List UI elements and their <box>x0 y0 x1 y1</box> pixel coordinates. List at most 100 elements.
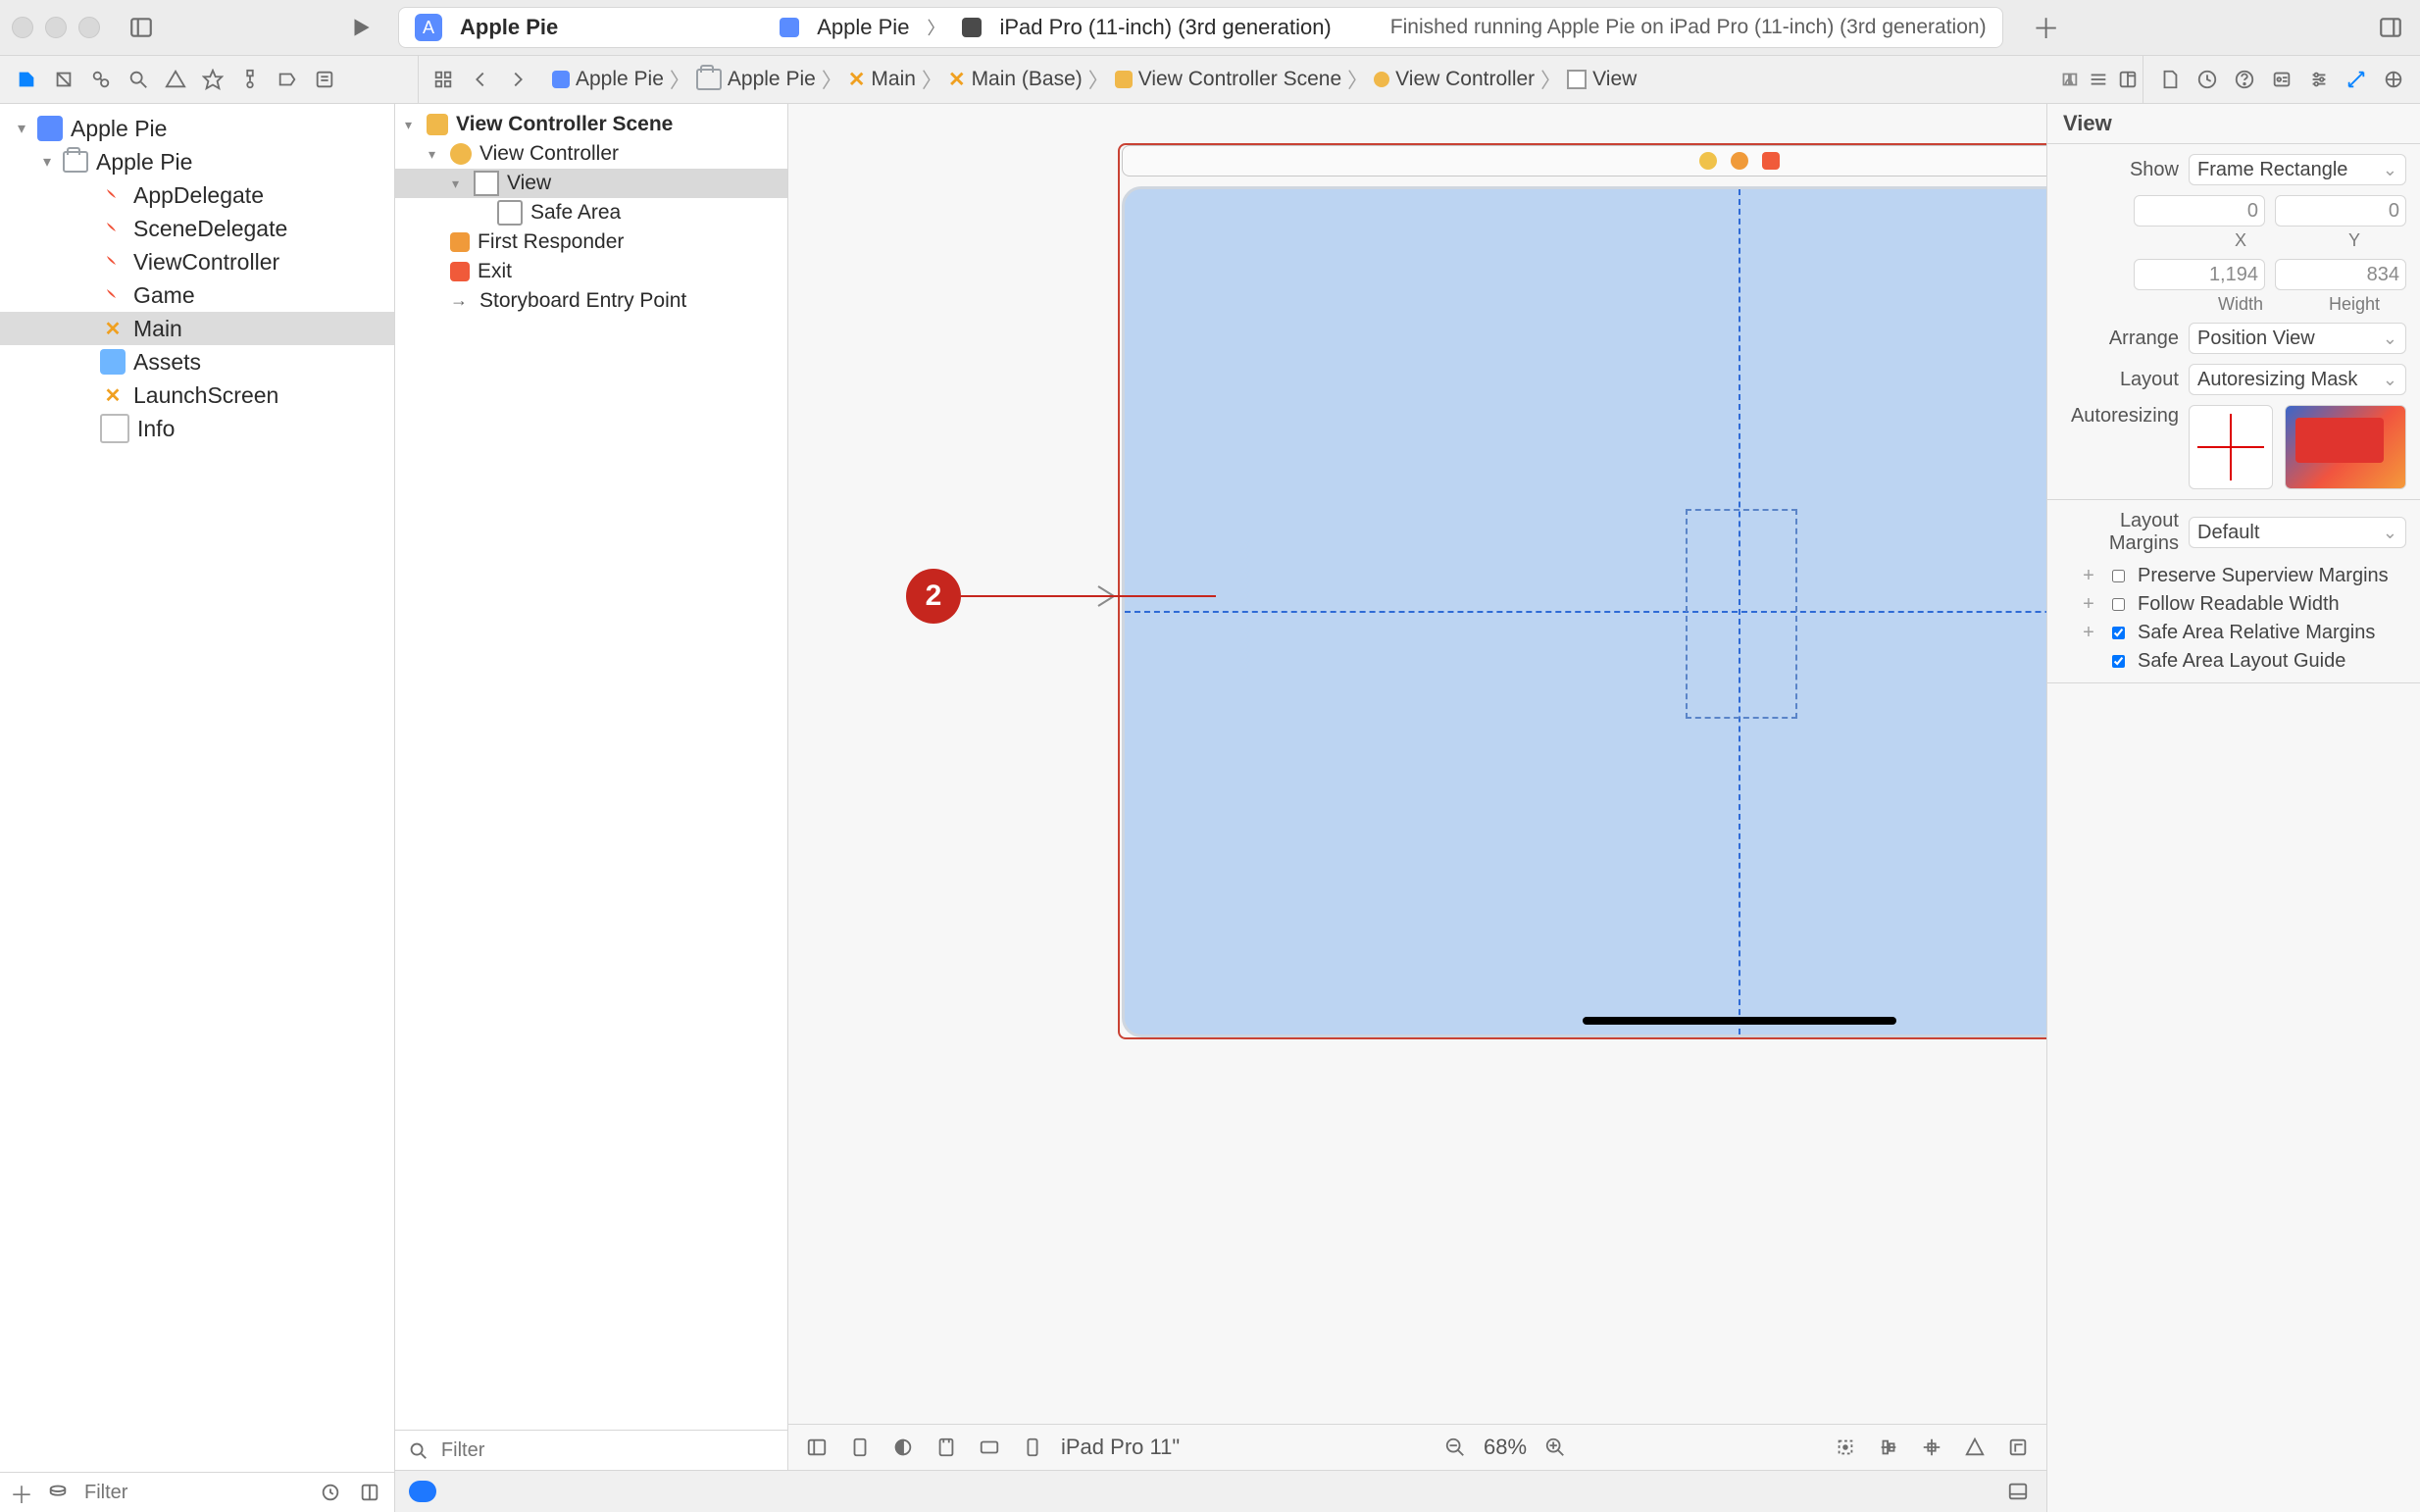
jump-bar[interactable]: Apple Pie 〉 Apple Pie 〉 ✕Main 〉 ✕Main (B… <box>542 65 1646 94</box>
debug-navigator-tab[interactable] <box>235 65 265 94</box>
add-target-button[interactable]: ＋ <box>2029 10 2064 45</box>
scene-titlebar[interactable] <box>1122 145 2046 176</box>
readable-width-check[interactable] <box>2112 598 2125 611</box>
device-portrait-icon[interactable] <box>1018 1433 1047 1462</box>
issue-navigator-tab[interactable] <box>161 65 190 94</box>
find-navigator-tab[interactable] <box>124 65 153 94</box>
nav-item-project[interactable]: ▾Apple Pie <box>0 112 394 145</box>
destination[interactable]: iPad Pro (11-inch) (3rd generation) <box>999 15 1331 40</box>
nav-item-file[interactable]: ViewController <box>0 245 394 278</box>
navigator-filter-input[interactable] <box>82 1481 306 1505</box>
nav-item-file[interactable]: AppDelegate <box>0 178 394 212</box>
crumb-vc[interactable]: View Controller <box>1395 68 1535 91</box>
nav-item-group[interactable]: ▾Apple Pie <box>0 145 394 178</box>
outline-item-vc[interactable]: ▾View Controller <box>395 139 787 169</box>
crumb-scene[interactable]: View Controller Scene <box>1138 68 1341 91</box>
outline-tree[interactable]: ▾View Controller Scene ▾View Controller … <box>395 104 787 1430</box>
margins-select[interactable]: Default⌄ <box>2189 517 2406 548</box>
crumb-main[interactable]: Main <box>871 68 916 91</box>
nav-item-assets[interactable]: Assets <box>0 345 394 378</box>
orientation-icon[interactable] <box>845 1433 875 1462</box>
zoom-out-icon[interactable] <box>1440 1433 1470 1462</box>
layout-select[interactable]: Autoresizing Mask⌄ <box>2189 364 2406 395</box>
crumb-main-base[interactable]: Main (Base) <box>972 68 1083 91</box>
nav-item-storyboard[interactable]: ✕LaunchScreen <box>0 378 394 412</box>
zoom-window[interactable] <box>78 17 100 38</box>
navigator-tree[interactable]: ▾Apple Pie ▾Apple Pie AppDelegate SceneD… <box>0 104 394 1472</box>
filter-scope-icon[interactable] <box>43 1478 73 1507</box>
placeholder-box[interactable] <box>1686 509 1797 719</box>
connections-inspector-tab[interactable] <box>2379 65 2408 94</box>
outline-item-view[interactable]: ▾View <box>395 169 787 198</box>
debug-indicator-icon[interactable] <box>409 1481 436 1502</box>
outline-item-exit[interactable]: Exit <box>395 257 787 286</box>
safe-area-guide-check[interactable] <box>2112 655 2125 668</box>
minimize-window[interactable] <box>45 17 67 38</box>
run-button[interactable] <box>343 10 378 45</box>
add-editor-icon[interactable] <box>2113 65 2143 94</box>
nav-item-file[interactable]: SceneDelegate <box>0 212 394 245</box>
related-items-icon[interactable] <box>429 65 458 94</box>
zoom-in-icon[interactable] <box>1540 1433 1570 1462</box>
preserve-superview-check[interactable] <box>2112 570 2125 582</box>
identity-inspector-tab[interactable] <box>2267 65 2296 94</box>
device-name[interactable]: iPad Pro 11" <box>1061 1435 1180 1460</box>
scene[interactable] <box>1122 145 2046 1037</box>
outline-filter-icon[interactable] <box>405 1436 431 1465</box>
test-navigator-tab[interactable] <box>198 65 227 94</box>
interface-builder-canvas[interactable]: View 2 <box>788 104 2046 1470</box>
outline-filter-input[interactable] <box>439 1438 778 1463</box>
toggle-debug-area-icon[interactable] <box>2003 1477 2033 1506</box>
x-field[interactable]: 0 <box>2134 195 2265 227</box>
arrange-select[interactable]: Position View⌄ <box>2189 323 2406 354</box>
recent-filter-icon[interactable] <box>316 1478 345 1507</box>
nav-item-plist[interactable]: Info <box>0 412 394 445</box>
add-file-button[interactable]: ＋ <box>10 1476 33 1510</box>
embed-in-icon[interactable] <box>2003 1433 2033 1462</box>
activity-pill[interactable]: A Apple Pie Apple Pie 〉 iPad Pro (11-inc… <box>398 7 2003 48</box>
toggle-navigator-icon[interactable] <box>124 10 159 45</box>
back-button[interactable] <box>466 65 495 94</box>
nav-item-storyboard[interactable]: ✕Main <box>0 312 394 345</box>
source-control-navigator-tab[interactable] <box>49 65 78 94</box>
report-navigator-tab[interactable] <box>310 65 339 94</box>
forward-button[interactable] <box>503 65 532 94</box>
appearance-icon[interactable] <box>888 1433 918 1462</box>
outline-item-safearea[interactable]: Safe Area <box>395 198 787 227</box>
height-field[interactable]: 834 <box>2275 259 2406 290</box>
help-inspector-tab[interactable] <box>2230 65 2259 94</box>
assistant-editor-icon[interactable] <box>2054 65 2084 94</box>
align-icon[interactable] <box>1874 1433 1903 1462</box>
update-frames-icon[interactable] <box>1831 1433 1860 1462</box>
crumb-folder[interactable]: Apple Pie <box>728 68 816 91</box>
size-inspector-tab[interactable] <box>2342 65 2371 94</box>
crumb-view[interactable]: View <box>1592 68 1637 91</box>
scheme-name[interactable]: Apple Pie <box>817 15 909 40</box>
breakpoint-navigator-tab[interactable] <box>273 65 302 94</box>
outline-item-entry[interactable]: →Storyboard Entry Point <box>395 286 787 316</box>
toggle-outline-icon[interactable] <box>802 1433 832 1462</box>
history-inspector-tab[interactable] <box>2193 65 2222 94</box>
attributes-inspector-tab[interactable] <box>2304 65 2334 94</box>
safe-area-margins-check[interactable] <box>2112 627 2125 639</box>
device-config-icon[interactable] <box>932 1433 961 1462</box>
width-field[interactable]: 1,194 <box>2134 259 2265 290</box>
zoom-level[interactable]: 68% <box>1484 1435 1527 1460</box>
device-landscape-icon[interactable] <box>975 1433 1004 1462</box>
y-field[interactable]: 0 <box>2275 195 2406 227</box>
nav-item-file[interactable]: Game <box>0 278 394 312</box>
crumb-project[interactable]: Apple Pie <box>576 68 664 91</box>
autoresizing-struts[interactable] <box>2189 405 2273 489</box>
library-button[interactable] <box>2373 10 2408 45</box>
adjust-editor-icon[interactable] <box>2084 65 2113 94</box>
file-inspector-tab[interactable] <box>2155 65 2185 94</box>
scm-filter-icon[interactable] <box>355 1478 384 1507</box>
show-select[interactable]: Frame Rectangle⌄ <box>2189 154 2406 185</box>
outline-item-responder[interactable]: First Responder <box>395 227 787 257</box>
outline-item-scene[interactable]: ▾View Controller Scene <box>395 110 787 139</box>
project-navigator-tab[interactable] <box>12 65 41 94</box>
add-constraints-icon[interactable] <box>1917 1433 1946 1462</box>
symbol-navigator-tab[interactable] <box>86 65 116 94</box>
close-window[interactable] <box>12 17 33 38</box>
resolve-constraints-icon[interactable] <box>1960 1433 1990 1462</box>
